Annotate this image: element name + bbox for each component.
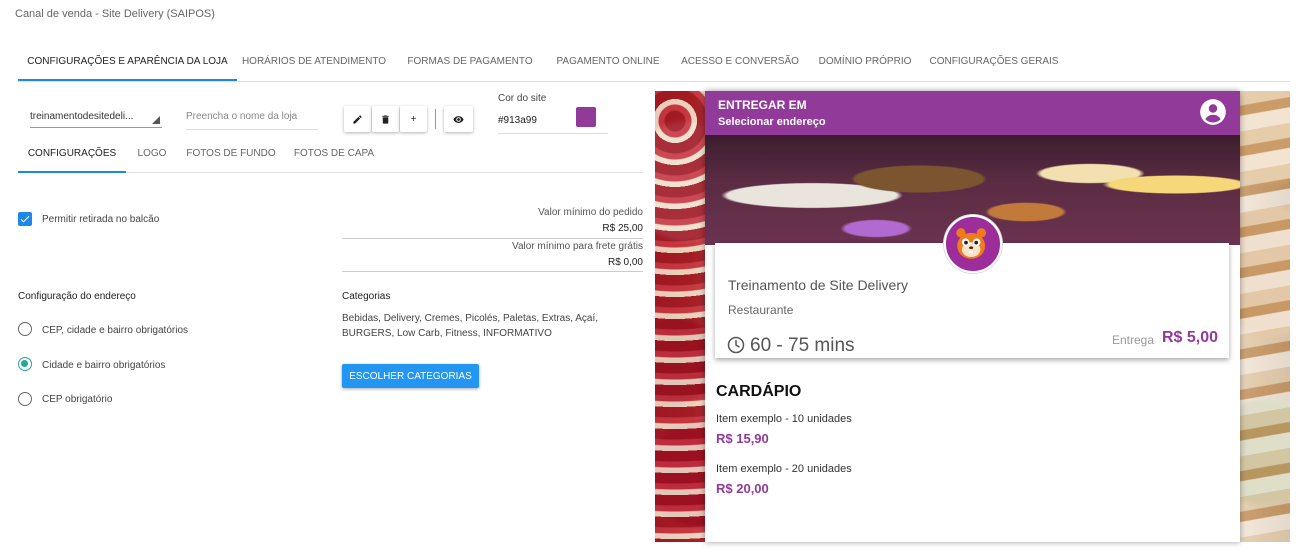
squirrel-logo-icon (946, 217, 997, 268)
delivery-fee-value: R$ 5,00 (1161, 329, 1218, 346)
tab-access-conversion[interactable]: ACESSO E CONVERSÃO (678, 46, 802, 81)
categories-title: Categorias (342, 291, 391, 302)
min-free-shipping-value[interactable]: R$ 0,00 (342, 257, 643, 268)
active-tab-indicator (18, 79, 237, 81)
delete-button[interactable] (372, 106, 399, 132)
user-account-icon[interactable] (1199, 98, 1227, 126)
tab-store-config[interactable]: CONFIGURAÇÕES E APARÊNCIA DA LOJA (18, 46, 237, 81)
plus-icon: + (410, 113, 417, 125)
menu-item-price: R$ 15,90 (716, 431, 769, 446)
subtab-cover-photos[interactable]: FOTOS DE CAPA (291, 140, 377, 170)
preview-store-name: Treinamento de Site Delivery (728, 277, 909, 293)
menu-item-name[interactable]: Item exemplo - 10 unidades (716, 413, 852, 425)
deliver-to-label: ENTREGAR EM (718, 98, 807, 112)
store-name-input[interactable] (186, 104, 318, 130)
subtab-background-photos[interactable]: FOTOS DE FUNDO (182, 140, 280, 170)
subtab-logo[interactable]: LOGO (130, 140, 174, 170)
min-free-shipping-underline (342, 271, 643, 272)
clock-icon (727, 336, 745, 354)
trash-icon (382, 114, 389, 124)
store-logo (944, 215, 1002, 273)
categories-list: Bebidas, Delivery, Cremes, Picolés, Pale… (342, 313, 599, 339)
radio-label-cep-city-neighborhood: CEP, cidade e bairro obrigatórios (42, 325, 189, 336)
preview-store-type: Restaurante (728, 303, 794, 317)
choose-categories-button[interactable]: ESCOLHER CATEGORIAS (342, 364, 479, 388)
tab-general-settings[interactable]: CONFIGURAÇÕES GERAIS (929, 46, 1059, 81)
top-tabs: CONFIGURAÇÕES E APARÊNCIA DA LOJA HORÁRI… (18, 46, 1290, 82)
radio-cep-city-neighborhood[interactable] (18, 322, 32, 336)
tab-own-domain[interactable]: DOMÍNIO PRÓPRIO (815, 46, 915, 81)
tab-opening-hours[interactable]: HORÁRIOS DE ATENDIMENTO (240, 46, 388, 81)
caret-down-icon (152, 116, 160, 124)
address-config-title: Configuração do endereço (18, 291, 136, 302)
radio-cep-only[interactable] (18, 392, 32, 406)
sub-tabs: CONFIGURAÇÕES LOGO FOTOS DE FUNDO FOTOS … (18, 140, 643, 173)
store-preview: ENTREGAR EM Selecionar endereço Treiname… (705, 91, 1240, 542)
add-button[interactable]: + (400, 106, 427, 132)
store-select-value: treinamentodesitedeli... (30, 111, 134, 122)
edit-button[interactable] (344, 106, 371, 132)
pickup-checkbox[interactable] (18, 212, 32, 226)
pencil-icon (353, 114, 362, 124)
store-select[interactable]: treinamentodesitedeli... (30, 104, 162, 128)
site-color-label: Cor do site (498, 93, 547, 104)
menu-item-price: R$ 20,00 (716, 481, 769, 496)
site-color-underline (498, 133, 608, 134)
subtab-settings[interactable]: CONFIGURAÇÕES (18, 140, 126, 170)
delivery-fee-label: Entrega (1111, 333, 1154, 347)
toolbar-divider (435, 109, 436, 129)
preview-header: ENTREGAR EM Selecionar endereço (705, 91, 1240, 135)
radio-label-city-neighborhood: Cidade e bairro obrigatórios (42, 360, 166, 371)
eye-icon (453, 115, 464, 123)
radio-city-neighborhood[interactable] (18, 357, 32, 371)
preview-button[interactable] (444, 106, 473, 132)
site-color-value[interactable]: #913a99 (498, 115, 537, 126)
tab-online-payment[interactable]: PAGAMENTO ONLINE (552, 46, 664, 81)
active-subtab-indicator (18, 171, 126, 173)
min-order-label: Valor mínimo do pedido (538, 207, 643, 218)
tab-payment-methods[interactable]: FORMAS DE PAGAMENTO (405, 46, 535, 81)
checkmark-icon (20, 215, 30, 223)
site-color-swatch[interactable] (576, 107, 596, 127)
delivery-time: 60 - 75 mins (750, 335, 855, 356)
pickup-label: Permitir retirada no balcão (42, 214, 160, 225)
page-title: Canal de venda - Site Delivery (SAIPOS) (15, 8, 215, 20)
menu-title: CARDÁPIO (716, 383, 802, 400)
min-order-underline (342, 238, 643, 239)
menu-item-name[interactable]: Item exemplo - 20 unidades (716, 463, 852, 475)
min-order-value[interactable]: R$ 25,00 (342, 223, 643, 234)
select-address-link[interactable]: Selecionar endereço (718, 116, 826, 128)
radio-label-cep-only: CEP obrigatório (42, 394, 113, 405)
min-free-shipping-label: Valor mínimo para frete grátis (512, 241, 643, 252)
